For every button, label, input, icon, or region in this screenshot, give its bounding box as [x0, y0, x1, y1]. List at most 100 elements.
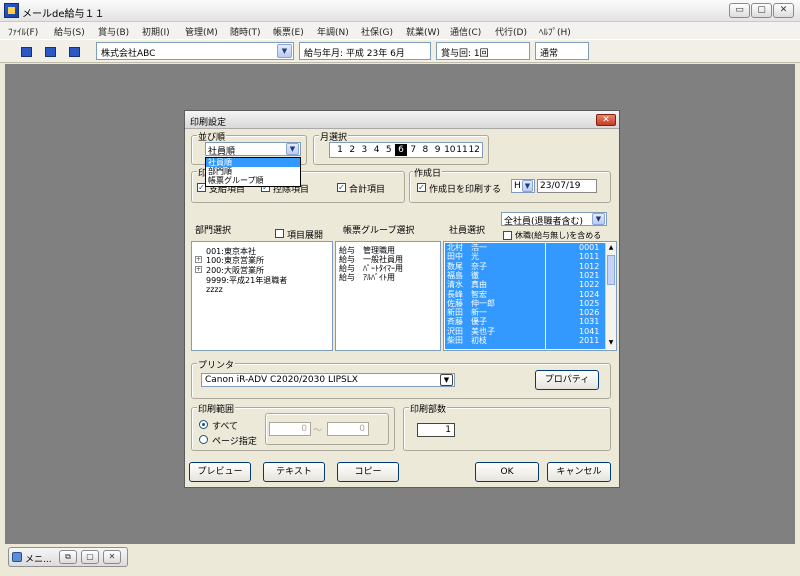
employee-row[interactable]: 清水 真由 1022: [447, 281, 603, 289]
employee-list[interactable]: 北村 浩一 0001 田中 光 1011 数尾 奈子 1012 福島 徹 1021 清水 真由 1…: [443, 241, 617, 351]
menu-initial[interactable]: 初期(I): [142, 25, 170, 38]
properties-button[interactable]: プロパティ: [535, 370, 599, 390]
employee-row[interactable]: 佐藤 伸一郎 1025: [447, 298, 603, 308]
menu-salary[interactable]: 給与(S): [54, 25, 85, 38]
range-page-radio[interactable]: [199, 435, 208, 444]
employee-code: 1022: [579, 280, 600, 290]
menu-agency[interactable]: 代行(D): [495, 25, 527, 38]
employee-code: 1024: [579, 289, 600, 299]
department-tree[interactable]: 001:東京本社 + 100:東京営業所 + 200:大阪営業所 9999:平成…: [191, 241, 333, 351]
include-leave-checkbox[interactable]: [503, 231, 512, 240]
restore-icon[interactable]: ⧉: [59, 550, 77, 564]
copy-button[interactable]: コピー: [337, 462, 399, 482]
minimized-window[interactable]: メニ... ⧉ ▢ ✕: [8, 547, 128, 567]
chevron-down-icon[interactable]: ▼: [277, 44, 292, 58]
range-all-label: すべて: [212, 422, 239, 432]
month-9[interactable]: 9: [432, 144, 444, 156]
chevron-down-icon[interactable]: ▼: [592, 213, 605, 225]
employee-row[interactable]: 北村 浩一 0001: [447, 244, 603, 252]
month-5[interactable]: 5: [383, 144, 395, 156]
month-1[interactable]: 1: [334, 144, 346, 156]
employee-name: 北村 浩一: [447, 243, 487, 252]
employee-row[interactable]: 柴田 初枝 2011: [447, 337, 603, 345]
maximize-button[interactable]: ▢: [751, 3, 772, 18]
sort-option-department[interactable]: 部門順: [206, 167, 300, 176]
dialog-close-button[interactable]: ✕: [596, 114, 616, 126]
mail-icon[interactable]: [64, 43, 84, 60]
menu-help[interactable]: ﾍﾙﾌﾟ(H): [539, 25, 571, 38]
cancel-button[interactable]: キャンセル: [547, 462, 611, 482]
employee-row[interactable]: 数尾 奈子 1012: [447, 262, 603, 271]
menu-manage[interactable]: 管理(M): [185, 25, 218, 38]
print-range-label: 印刷範囲: [197, 402, 236, 415]
employee-row[interactable]: 斉藤 優子 1031: [447, 318, 603, 326]
month-10[interactable]: 10: [444, 144, 456, 156]
chevron-down-icon[interactable]: ▼: [440, 374, 453, 386]
menu-forms[interactable]: 帳票(E): [273, 25, 304, 38]
menu-anytime[interactable]: 随時(T): [230, 25, 261, 38]
close-window-button[interactable]: ✕: [773, 3, 794, 18]
menu-file[interactable]: ﾌｧｲﾙ(F): [8, 25, 38, 38]
employee-filter-select[interactable]: 全社員(退職者含む) ▼: [501, 212, 607, 227]
employee-row[interactable]: 福島 徹 1021: [447, 271, 603, 280]
month-3[interactable]: 3: [358, 144, 370, 156]
chevron-down-icon[interactable]: ▼: [286, 143, 299, 155]
sort-select[interactable]: 社員順 ▼: [205, 142, 301, 157]
title-bar: メールde給与１１ ▭ ▢ ✕: [0, 0, 800, 22]
month-7[interactable]: 7: [407, 144, 419, 156]
copies-input[interactable]: 1: [417, 423, 455, 437]
expand-items-checkbox[interactable]: [275, 229, 284, 238]
month-8[interactable]: 8: [419, 144, 431, 156]
list-item[interactable]: 給与 ｱﾙﾊﾞｲﾄ用: [339, 272, 395, 283]
expand-icon[interactable]: +: [195, 256, 202, 263]
app-icon: [4, 3, 19, 18]
employee-code: 1011: [579, 252, 600, 262]
menu-work[interactable]: 就業(W): [406, 25, 440, 38]
company-name: 株式会社ABC: [101, 49, 156, 59]
month-11[interactable]: 11: [456, 144, 468, 156]
employee-row[interactable]: 長峰 智宏 1024: [447, 289, 603, 299]
printer-select[interactable]: Canon iR-ADV C2020/2030 LIPSLX ▼: [201, 373, 455, 387]
text-button[interactable]: テキスト: [263, 462, 325, 482]
tree-item[interactable]: zzzz: [206, 285, 223, 294]
print-icon[interactable]: [40, 43, 60, 60]
era-select[interactable]: H ▼: [511, 179, 535, 193]
month-4[interactable]: 4: [371, 144, 383, 156]
menu-communication[interactable]: 通信(C): [450, 25, 481, 38]
minimize-button[interactable]: ▭: [729, 3, 750, 18]
sort-option-form-group[interactable]: 帳票グループ順: [206, 176, 300, 185]
menu-bonus[interactable]: 賞与(B): [98, 25, 129, 38]
scroll-thumb[interactable]: [607, 255, 615, 285]
menu-social-insurance[interactable]: 社保(G): [361, 25, 393, 38]
form-group-list[interactable]: 給与 管理職用 給与 一般社員用 給与 ﾊﾟｰﾄﾀｲﾏｰ用 給与 ｱﾙﾊﾞｲﾄ用: [335, 241, 441, 351]
employee-row[interactable]: 田中 光 1011: [447, 253, 603, 261]
total-items-checkbox[interactable]: ✓: [337, 183, 346, 192]
company-select[interactable]: 株式会社ABC ▼: [96, 42, 294, 60]
app-window: メールde給与１１ ▭ ▢ ✕ ﾌｧｲﾙ(F) 給与(S) 賞与(B) 初期(I…: [0, 0, 800, 576]
expand-icon[interactable]: +: [195, 266, 202, 273]
ok-button[interactable]: OK: [475, 462, 539, 482]
employee-filter-value: 全社員(退職者含む): [504, 217, 584, 227]
month-6[interactable]: 6: [395, 144, 407, 156]
page-to-input[interactable]: 0: [327, 422, 369, 436]
sort-option-employee[interactable]: 社員順: [206, 158, 300, 167]
print-date-checkbox[interactable]: ✓: [417, 183, 426, 192]
month-12[interactable]: 12: [468, 144, 480, 156]
preview-button[interactable]: プレビュー: [189, 462, 251, 482]
menu-year-end[interactable]: 年調(N): [317, 25, 349, 38]
employee-row[interactable]: 新田 新一 1026: [447, 309, 603, 317]
date-input[interactable]: 23/07/19: [537, 179, 597, 193]
month-2[interactable]: 2: [346, 144, 358, 156]
close-icon[interactable]: ✕: [103, 550, 121, 564]
employee-row[interactable]: 沢田 美也子 1041: [447, 327, 603, 336]
range-all-radio[interactable]: [199, 420, 208, 429]
scroll-down-icon[interactable]: ▼: [607, 339, 615, 347]
employee-name: 佐藤 伸一郎: [447, 298, 495, 308]
maximize-icon[interactable]: ▢: [81, 550, 99, 564]
scrollbar[interactable]: ▲ ▼: [605, 243, 616, 349]
chevron-down-icon[interactable]: ▼: [522, 180, 533, 192]
save-icon[interactable]: [16, 43, 36, 60]
print-date-label: 作成日を印刷する: [429, 185, 502, 195]
scroll-up-icon[interactable]: ▲: [607, 244, 615, 252]
page-from-input[interactable]: 0: [269, 422, 311, 436]
